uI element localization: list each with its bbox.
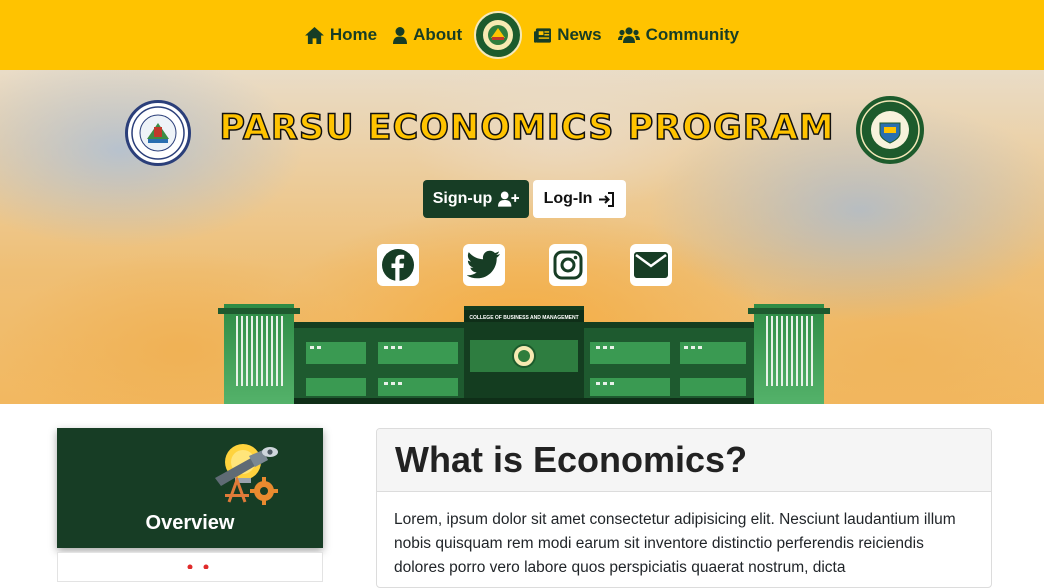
seal-emblem-icon bbox=[481, 18, 516, 52]
nav-news-label: News bbox=[557, 25, 602, 44]
user-plus-icon bbox=[498, 191, 520, 207]
user-icon bbox=[393, 26, 408, 44]
envelope-icon bbox=[634, 252, 668, 278]
nav-community-label: Community bbox=[645, 25, 740, 44]
top-navbar: Home About News Community bbox=[0, 0, 1044, 70]
department-seal-logo[interactable] bbox=[474, 11, 523, 59]
economics-society-seal bbox=[856, 96, 924, 164]
building-sign: COLLEGE OF BUSINESS AND MANAGEMENT bbox=[469, 315, 578, 321]
signup-label: Sign-up bbox=[432, 190, 493, 207]
signup-button[interactable]: Sign-up bbox=[423, 180, 529, 218]
nav-news[interactable]: News bbox=[534, 25, 602, 45]
nav-about-label: About bbox=[413, 25, 463, 44]
university-seal-icon bbox=[131, 106, 185, 160]
nav-home[interactable]: Home bbox=[304, 25, 378, 45]
overview-label: Overview bbox=[145, 512, 235, 534]
nav-about[interactable]: About bbox=[393, 25, 462, 45]
instagram-link[interactable] bbox=[549, 244, 587, 286]
program-title: PARSU ECONOMICS PROGRAM bbox=[219, 107, 835, 149]
panel-title: What is Economics? bbox=[395, 439, 748, 480]
card-icon-partial bbox=[187, 564, 209, 569]
society-seal-icon bbox=[860, 100, 920, 160]
nav-home-label: Home bbox=[329, 25, 378, 44]
overview-card[interactable]: Overview bbox=[57, 428, 323, 548]
login-button[interactable]: Log-In bbox=[533, 180, 626, 218]
nav-community[interactable]: Community bbox=[617, 25, 740, 45]
sign-in-icon bbox=[599, 191, 615, 207]
parsu-university-seal bbox=[125, 100, 191, 166]
sidebar-next-card[interactable] bbox=[57, 552, 323, 582]
instagram-icon bbox=[553, 250, 583, 280]
college-building-illustration: COLLEGE OF BUSINESS AND MANAGEMENT bbox=[218, 304, 830, 404]
newspaper-icon bbox=[534, 27, 552, 43]
facebook-icon bbox=[382, 249, 414, 281]
hero-banner: PARSU ECONOMICS PROGRAM Sign-up Log-In C… bbox=[0, 70, 1044, 404]
what-is-economics-panel: What is Economics? Lorem, ipsum dolor si… bbox=[376, 428, 992, 588]
twitter-icon bbox=[467, 250, 500, 279]
panel-header: What is Economics? bbox=[377, 429, 991, 492]
telescope-lightbulb-icon bbox=[215, 444, 278, 505]
users-icon bbox=[617, 27, 640, 43]
email-link[interactable] bbox=[630, 244, 672, 286]
facebook-link[interactable] bbox=[377, 244, 419, 286]
login-label: Log-In bbox=[543, 190, 593, 207]
home-icon bbox=[304, 26, 324, 44]
twitter-link[interactable] bbox=[463, 244, 505, 286]
